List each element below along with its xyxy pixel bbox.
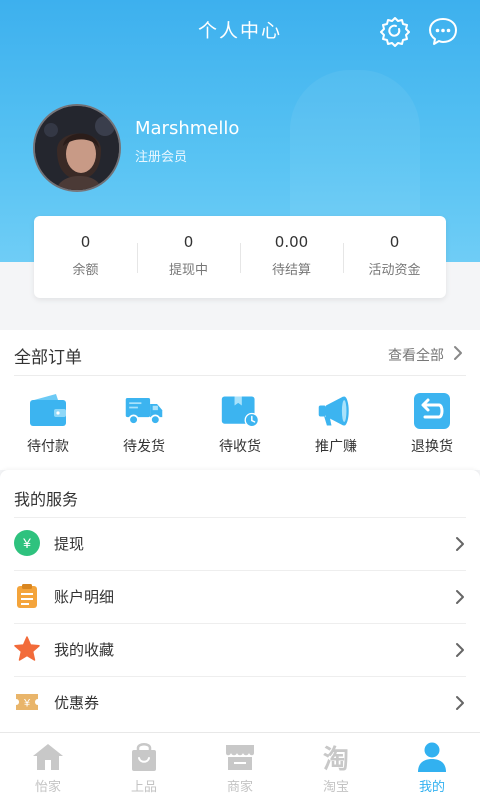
tab-merchants[interactable]: 商家: [192, 733, 288, 800]
wallet-icon: [30, 394, 66, 426]
chevron-right-icon: [456, 537, 464, 551]
service-coupons[interactable]: ¥ 优惠券: [14, 676, 466, 729]
order-awaiting-receipt[interactable]: 待收货: [192, 392, 288, 456]
store-icon: [226, 745, 254, 770]
top-bar: 个人中心: [0, 0, 480, 58]
service-favorites[interactable]: 我的收藏: [14, 623, 466, 676]
bottom-tab-bar: 怡家 上品 商家 淘 淘宝 我的: [0, 732, 480, 800]
order-returns[interactable]: 退换货: [384, 392, 480, 456]
stat-label: 待结算: [271, 263, 311, 278]
member-level: 注册会员: [135, 150, 188, 165]
return-arrow-icon: [414, 393, 450, 429]
order-pending-payment[interactable]: 待付款: [0, 392, 96, 456]
svg-text:¥: ¥: [23, 698, 31, 710]
gear-icon[interactable]: [378, 14, 412, 48]
service-withdraw[interactable]: ¥ 提现: [14, 517, 466, 570]
package-clock-icon: [221, 396, 260, 428]
avatar-image: [35, 106, 119, 190]
home-icon: [33, 744, 63, 770]
services-section: 我的服务 ¥ 提现 账户明细 我的收藏 ¥ 优惠券: [0, 470, 480, 732]
stat-activity-funds[interactable]: 0 活动资金: [343, 233, 446, 281]
tab-products[interactable]: 上品: [96, 733, 192, 800]
orders-title: 全部订单: [14, 348, 82, 368]
stat-value: 0: [80, 233, 91, 251]
stat-value: 0: [389, 233, 400, 251]
tab-home[interactable]: 怡家: [0, 733, 96, 800]
view-all-orders-link[interactable]: 查看全部: [388, 345, 444, 365]
megaphone-icon: [318, 396, 349, 426]
stats-card: 0 余额 0 提现中 0.00 待结算 0 活动资金: [34, 216, 446, 298]
chat-bubble-icon[interactable]: [426, 14, 460, 48]
stat-balance[interactable]: 0 余额: [34, 233, 137, 281]
tab-mine[interactable]: 我的: [384, 733, 480, 800]
avatar[interactable]: [33, 104, 121, 192]
services-list: ¥ 提现 账户明细 我的收藏 ¥ 优惠券: [0, 517, 480, 729]
orders-section: 全部订单 查看全部 待付款 待发货 待收货 推广赚 退换货: [0, 330, 480, 470]
stat-label: 活动资金: [368, 263, 421, 278]
coupon-icon: ¥: [16, 694, 38, 710]
chevron-right-icon: [456, 590, 464, 604]
order-label: 退换货: [411, 439, 453, 455]
service-label: 我的收藏: [54, 641, 115, 659]
stat-value: 0.00: [274, 233, 309, 251]
person-icon: [418, 742, 446, 772]
service-account-details[interactable]: 账户明细: [14, 570, 466, 623]
tab-label: 上品: [130, 780, 157, 795]
order-awaiting-shipment[interactable]: 待发货: [96, 392, 192, 456]
service-label: 账户明细: [54, 588, 115, 606]
username: Marshmello: [135, 118, 240, 139]
services-title: 我的服务: [14, 490, 79, 509]
stat-label: 提现中: [168, 263, 208, 278]
tab-label: 淘宝: [322, 780, 349, 795]
yuan-coin-icon: ¥: [14, 530, 40, 556]
svg-text:¥: ¥: [22, 535, 31, 551]
stat-withdrawing[interactable]: 0 提现中: [137, 233, 240, 281]
stat-label: 余额: [72, 263, 99, 278]
order-label: 待收货: [219, 439, 261, 455]
orders-header: 全部订单 查看全部: [14, 330, 466, 376]
star-icon: [14, 636, 40, 661]
order-status-list: 待付款 待发货 待收货 推广赚 退换货: [0, 392, 480, 456]
tab-label: 怡家: [34, 780, 61, 795]
truck-icon: [125, 397, 163, 425]
chevron-right-icon: [456, 643, 464, 657]
order-promote-earn[interactable]: 推广赚: [288, 392, 384, 456]
chevron-right-icon[interactable]: [450, 344, 466, 362]
service-label: 提现: [54, 535, 85, 553]
stat-pending-settlement[interactable]: 0.00 待结算: [240, 233, 343, 281]
tab-taobao[interactable]: 淘 淘宝: [288, 733, 384, 800]
chevron-right-icon: [456, 696, 464, 710]
tab-label: 商家: [226, 780, 253, 795]
clipboard-icon: [17, 584, 37, 608]
svg-text:淘: 淘: [323, 745, 349, 773]
tab-label: 我的: [418, 780, 445, 795]
stat-value: 0: [183, 233, 194, 251]
service-label: 优惠券: [54, 694, 100, 712]
order-label: 待发货: [123, 439, 165, 455]
taobao-icon: 淘: [323, 745, 349, 773]
order-label: 待付款: [27, 439, 69, 455]
order-label: 推广赚: [315, 439, 357, 455]
shopping-bag-icon: [132, 743, 156, 771]
